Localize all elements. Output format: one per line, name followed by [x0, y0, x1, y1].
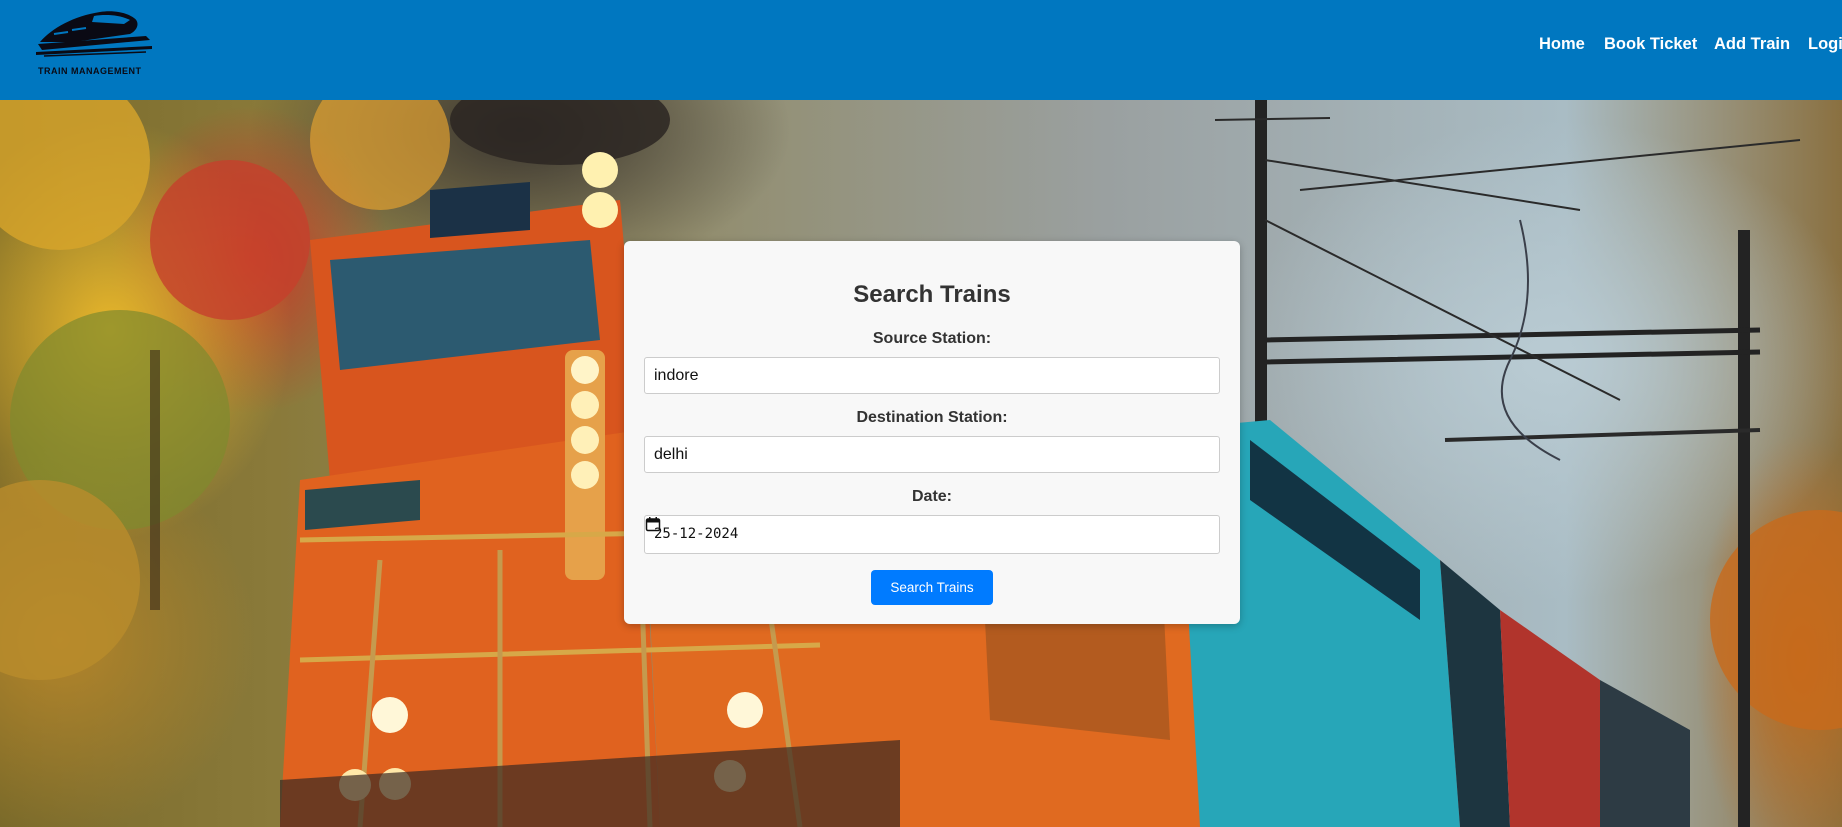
- destination-station-input[interactable]: [644, 436, 1220, 473]
- nav-login-link[interactable]: Login: [1808, 35, 1842, 54]
- date-label: Date:: [911, 488, 952, 505]
- nav-home-link[interactable]: Home: [1539, 35, 1585, 54]
- date-value: 25-12-2024: [654, 526, 739, 542]
- main-nav: Home Book Ticket Add Train Login: [1539, 35, 1842, 59]
- source-station-input[interactable]: [644, 357, 1220, 394]
- card-title: Search Trains: [853, 281, 1011, 308]
- nav-add-train-link[interactable]: Add Train: [1714, 35, 1790, 54]
- date-input[interactable]: 25-12-2024: [644, 515, 1220, 554]
- hero-background: Search Trains Source Station: Destinatio…: [0, 100, 1842, 827]
- logo-text: TRAIN MANAGEMENT: [38, 66, 142, 76]
- source-station-label: Source Station:: [872, 330, 992, 347]
- brand-logo[interactable]: TRAIN MANAGEMENT: [34, 6, 154, 80]
- search-trains-button[interactable]: Search Trains: [871, 570, 993, 605]
- calendar-icon[interactable]: [645, 516, 661, 532]
- site-header: TRAIN MANAGEMENT Home Book Ticket Add Tr…: [0, 0, 1842, 100]
- bullet-train-icon: [36, 11, 152, 57]
- nav-book-ticket-link[interactable]: Book Ticket: [1604, 35, 1697, 54]
- search-trains-card: Search Trains Source Station: Destinatio…: [624, 241, 1240, 624]
- destination-station-label: Destination Station:: [856, 409, 1008, 426]
